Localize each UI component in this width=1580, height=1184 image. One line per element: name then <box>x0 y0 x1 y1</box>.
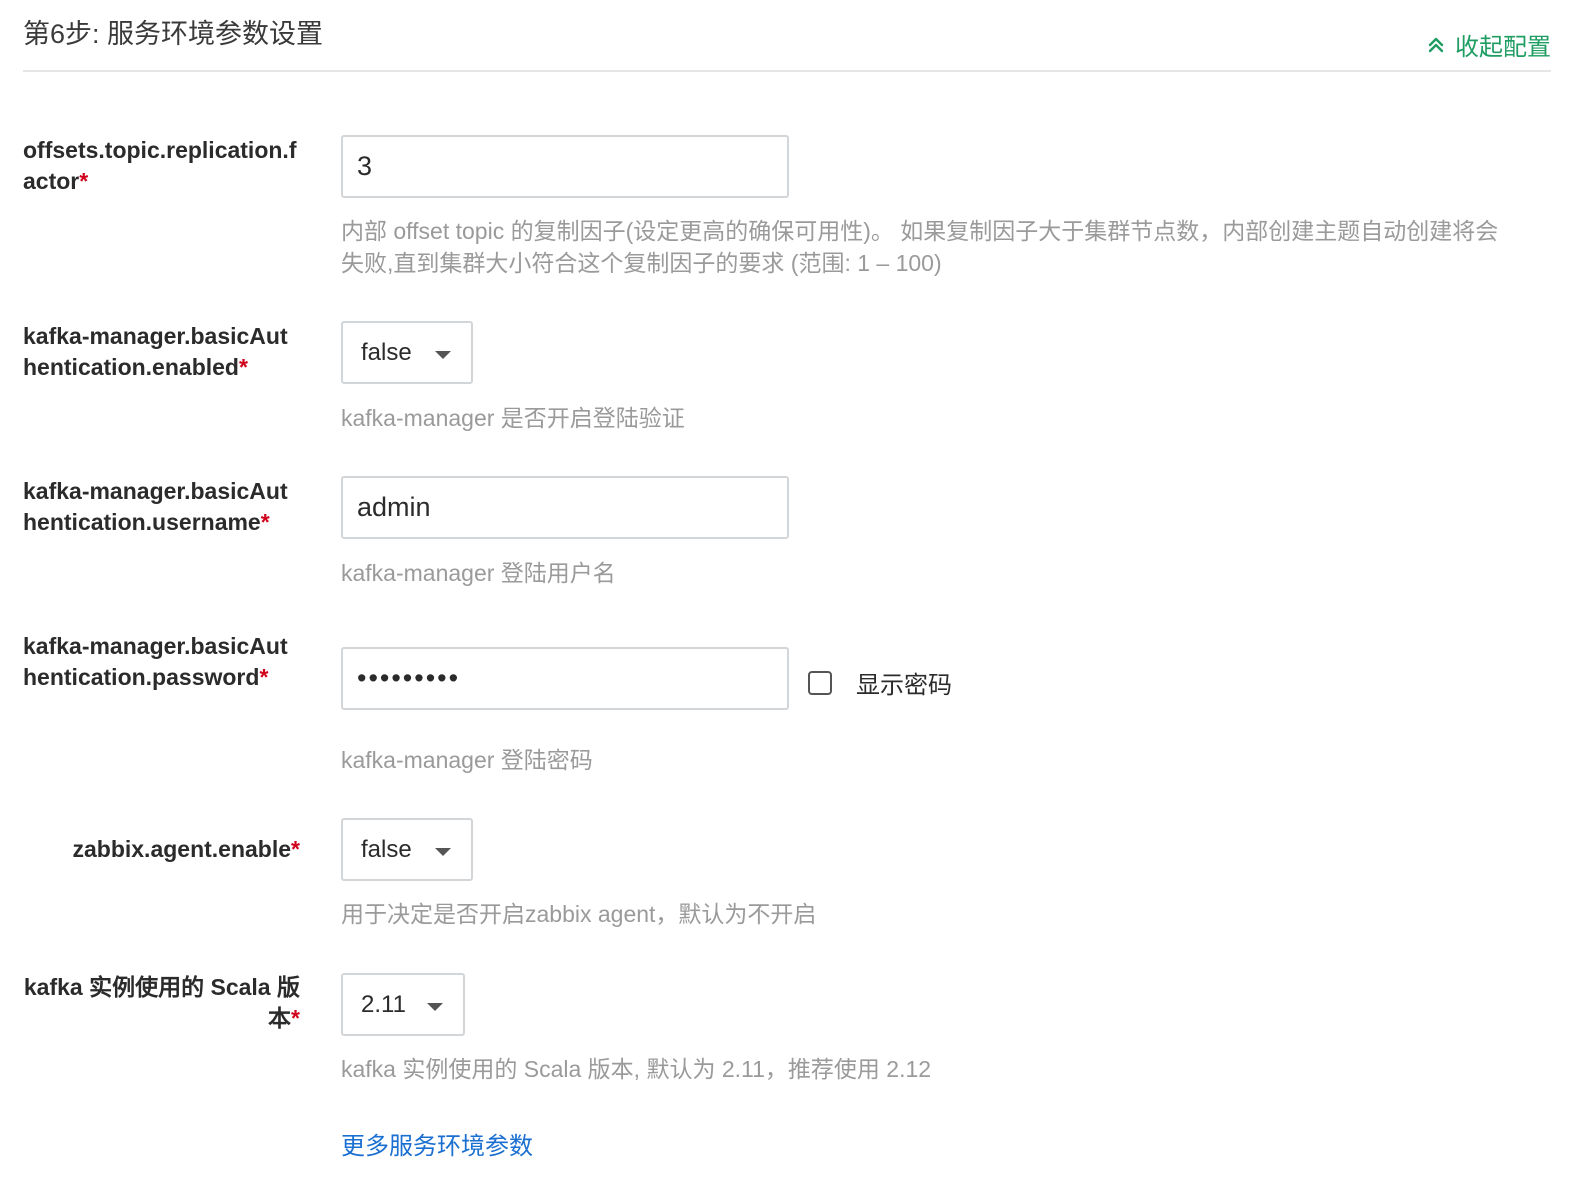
username-input[interactable] <box>341 476 789 539</box>
field-label-text: offsets.topic.replication.factor <box>23 137 297 194</box>
collapse-config-link[interactable]: 收起配置 <box>1427 27 1551 62</box>
field-label-text: kafka 实例使用的 Scala 版本 <box>23 974 300 1031</box>
caret-down-icon <box>435 351 451 359</box>
field-label-text: kafka-manager.basicAuthentication.passwo… <box>23 633 288 690</box>
field-label-text: zabbix.agent.enable <box>72 836 292 862</box>
field-help-text: kafka 实例使用的 Scala 版本, 默认为 2.11，推荐使用 2.12 <box>341 1056 932 1082</box>
basic-auth-enabled-select[interactable]: false <box>341 321 473 384</box>
select-value: 2.11 <box>361 990 406 1018</box>
replication-factor-input[interactable] <box>341 135 789 198</box>
scala-version-select[interactable]: 2.11 <box>341 973 465 1036</box>
chevron-double-up-icon <box>1428 37 1444 52</box>
show-password-label: 显示密码 <box>856 672 952 699</box>
required-mark: * <box>291 836 300 862</box>
field-help-text: 内部 offset topic 的复制因子(设定更高的确保可用性)。 如果复制因… <box>341 218 1499 276</box>
field-label: kafka-manager.basicAuthentication.userna… <box>23 476 300 538</box>
caret-down-icon <box>427 1003 443 1011</box>
show-password-toggle[interactable]: 显示密码 <box>808 665 952 700</box>
field-label: offsets.topic.replication.factor* <box>23 135 300 197</box>
select-value: false <box>361 835 412 863</box>
password-input[interactable] <box>341 647 789 710</box>
field-label: kafka-manager.basicAuthentication.passwo… <box>23 631 300 693</box>
show-password-checkbox[interactable] <box>808 670 832 695</box>
field-help-text: kafka-manager 是否开启登陆验证 <box>341 405 685 431</box>
field-label: kafka 实例使用的 Scala 版本* <box>23 972 300 1034</box>
field-label-text: kafka-manager.basicAuthentication.userna… <box>23 478 288 535</box>
field-label: kafka-manager.basicAuthentication.enable… <box>23 321 300 383</box>
field-help-text: kafka-manager 登陆用户名 <box>341 560 616 586</box>
field-help-text: 用于决定是否开启zabbix agent，默认为不开启 <box>341 901 817 927</box>
collapse-config-label: 收起配置 <box>1455 34 1551 61</box>
select-value: false <box>361 338 412 366</box>
field-label: zabbix.agent.enable* <box>23 834 300 865</box>
field-help-text: kafka-manager 登陆密码 <box>341 747 593 773</box>
required-mark: * <box>238 354 248 380</box>
step-title: 第6步: 服务环境参数设置 <box>23 19 324 49</box>
required-mark: * <box>260 509 270 535</box>
required-mark: * <box>291 1005 300 1031</box>
step-header: 第6步: 服务环境参数设置 收起配置 <box>23 0 1551 72</box>
caret-down-icon <box>435 848 451 856</box>
more-service-params-link[interactable]: 更多服务环境参数 <box>341 1126 533 1161</box>
required-mark: * <box>259 664 269 690</box>
required-mark: * <box>79 168 89 194</box>
zabbix-agent-enable-select[interactable]: false <box>341 818 473 881</box>
